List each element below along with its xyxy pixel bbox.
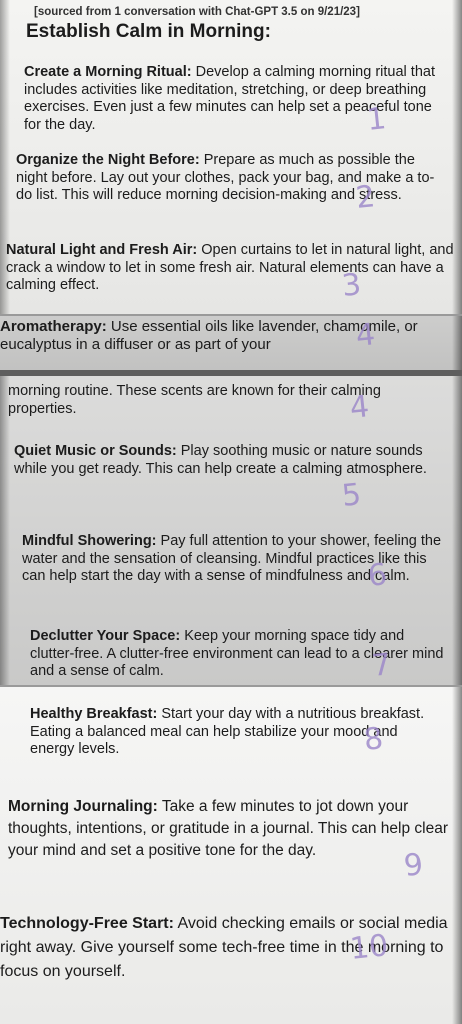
item-heading: Technology-Free Start: bbox=[0, 915, 174, 932]
fold-line bbox=[0, 370, 462, 376]
panel-shadow bbox=[0, 376, 10, 686]
handwritten-number: 8 bbox=[362, 721, 385, 758]
item-heading: Natural Light and Fresh Air: bbox=[6, 242, 198, 258]
handwritten-number: 4 bbox=[348, 389, 371, 426]
item-heading: Declutter Your Space: bbox=[30, 628, 181, 644]
list-item: Morning Journaling: Take a few minutes t… bbox=[8, 796, 448, 862]
handwritten-number: 2 bbox=[354, 179, 377, 216]
item-heading: Aromatherapy: bbox=[0, 318, 107, 335]
fold-line bbox=[0, 314, 462, 316]
list-item: Natural Light and Fresh Air: Open curtai… bbox=[6, 242, 462, 295]
handwritten-number: 10 bbox=[348, 928, 390, 967]
handwritten-number: 5 bbox=[340, 477, 363, 514]
list-item: morning routine. These scents are known … bbox=[8, 383, 448, 418]
handwritten-number: 3 bbox=[340, 267, 363, 304]
item-heading: Create a Morning Ritual: bbox=[24, 64, 192, 80]
item-heading: Morning Journaling: bbox=[8, 798, 158, 815]
handwritten-number: 4 bbox=[354, 317, 377, 354]
item-heading: Mindful Showering: bbox=[22, 533, 157, 549]
item-heading: Organize the Night Before: bbox=[16, 152, 200, 168]
handwritten-number: 7 bbox=[370, 647, 393, 684]
fold-line bbox=[0, 685, 462, 687]
item-text: morning routine. These scents are known … bbox=[8, 383, 381, 417]
list-item: Technology-Free Start: Avoid checking em… bbox=[0, 912, 462, 984]
list-item: Quiet Music or Sounds: Play soothing mus… bbox=[14, 443, 450, 478]
list-item: Organize the Night Before: Prepare as mu… bbox=[16, 152, 446, 205]
handwritten-number: 1 bbox=[365, 101, 388, 138]
page-title: Establish Calm in Morning: bbox=[26, 21, 271, 42]
list-item: Aromatherapy: Use essential oils like la… bbox=[0, 318, 462, 353]
item-heading: Quiet Music or Sounds: bbox=[14, 443, 177, 459]
panel-shadow bbox=[452, 376, 462, 686]
source-note: [sourced from 1 conversation with Chat-G… bbox=[34, 6, 360, 18]
handwritten-number: 9 bbox=[402, 847, 425, 884]
item-heading: Healthy Breakfast: bbox=[30, 706, 158, 722]
handwritten-number: 6 bbox=[366, 557, 389, 594]
